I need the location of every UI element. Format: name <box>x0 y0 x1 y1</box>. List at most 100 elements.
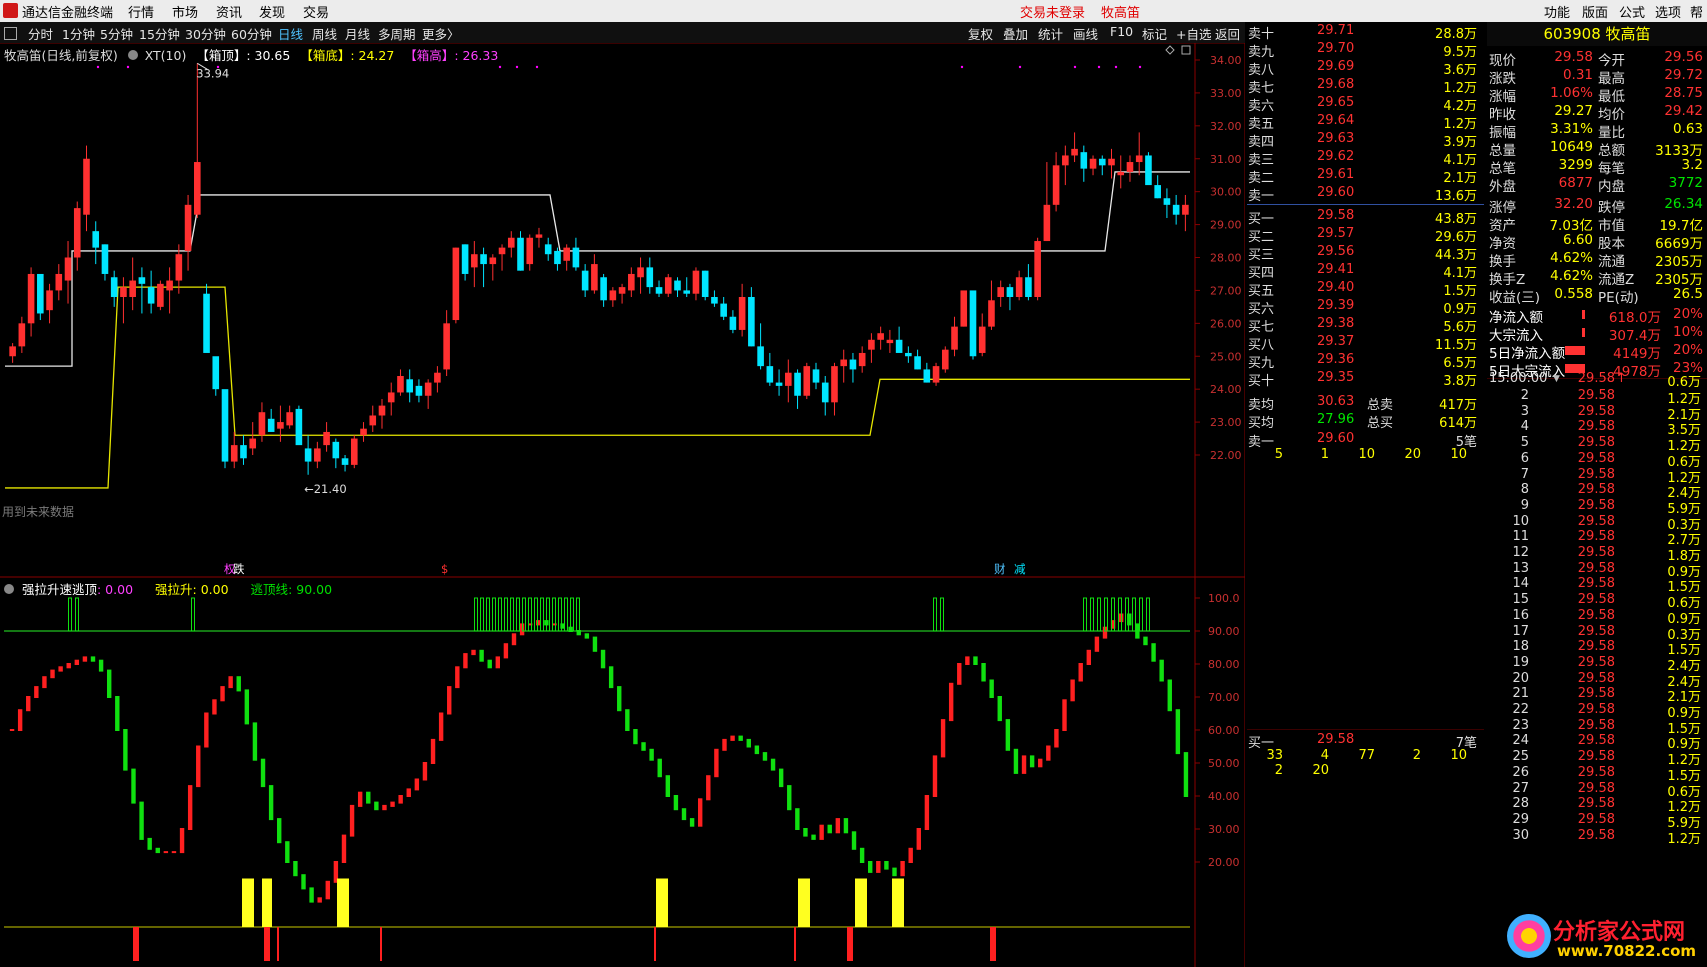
top-signal-bar <box>1139 597 1143 632</box>
oscillator-segment <box>349 804 355 837</box>
toolbar-menu-icon[interactable] <box>4 27 17 40</box>
period-60min[interactable]: 60分钟 <box>231 24 272 43</box>
ask-row[interactable]: 卖十 29.71 28.8万 <box>1247 23 1484 42</box>
level-label: 卖十 <box>1248 27 1275 42</box>
back-button[interactable]: 返回 <box>1215 24 1240 43</box>
bid-row[interactable]: 买二 29.57 29.6万 <box>1247 226 1484 245</box>
candle-body <box>480 254 487 265</box>
candle-body <box>1154 185 1161 199</box>
menu-hangqing[interactable]: 行情 <box>128 2 154 21</box>
bid-row[interactable]: 买五 29.40 1.5万 <box>1247 280 1484 299</box>
info-value: 2305万 <box>1655 254 1703 270</box>
tick-row: 30 29.58 1.2万 <box>1487 828 1707 847</box>
candle-body <box>1163 198 1171 205</box>
indicator-panel[interactable]: 强拉升速逃顶: 0.00 强拉升: 0.00 逃顶线: 90.00 100.0 9… <box>0 578 1245 967</box>
menu-gongshi[interactable]: 公式 <box>1619 2 1645 21</box>
menu-zixun[interactable]: 资讯 <box>216 2 242 21</box>
top-signal-bar <box>492 597 496 632</box>
oscillator-segment <box>414 778 420 791</box>
tick-seq: 8 <box>1520 482 1529 498</box>
ask-row[interactable]: 卖一 29.60 13.6万 <box>1247 185 1484 204</box>
period-fenshi[interactable]: 分时 <box>28 24 53 43</box>
bid-row[interactable]: 买九 29.36 6.5万 <box>1247 352 1484 371</box>
ask-row[interactable]: 卖六 29.65 4.2万 <box>1247 95 1484 114</box>
queue-volume: 10 <box>1450 447 1467 462</box>
candle-body <box>748 297 755 347</box>
add-watchlist-button[interactable]: +自选 <box>1176 24 1211 43</box>
period-weekly[interactable]: 周线 <box>312 24 337 43</box>
bid-row[interactable]: 买八 29.37 11.5万 <box>1247 334 1484 353</box>
kline-panel[interactable]: 牧高笛(日线,前复权) XT(10) 【箱顶】: 30.65 【箱底】: 24.… <box>0 43 1245 578</box>
avg-buy-row[interactable]: 买均 27.96 总买 614万 <box>1247 412 1484 431</box>
period-30min[interactable]: 30分钟 <box>185 24 226 43</box>
bid-row[interactable]: 买三 29.56 44.3万 <box>1247 244 1484 263</box>
ask-row[interactable]: 卖三 29.62 4.1万 <box>1247 149 1484 168</box>
oscillator-segment <box>325 880 330 900</box>
bottom-signal-bar <box>892 878 904 927</box>
menu-shichang[interactable]: 市场 <box>172 2 198 21</box>
bid-row[interactable]: 买十 29.35 3.8万 <box>1247 370 1484 389</box>
fuquan-button[interactable]: 复权 <box>968 24 993 43</box>
info-value: 6877 <box>1558 175 1593 191</box>
tick-seq: 19 <box>1512 654 1529 670</box>
tick-seq: 27 <box>1512 780 1529 796</box>
sell1-queue[interactable]: 5 1 10 20 10 <box>1247 447 1484 465</box>
mark-button[interactable]: 标记 <box>1142 24 1167 43</box>
bid-row[interactable]: 买四 29.41 4.1万 <box>1247 262 1484 281</box>
period-multi[interactable]: 多周期 <box>378 24 416 43</box>
ask-row[interactable]: 卖二 29.61 2.1万 <box>1247 167 1484 186</box>
oscillator-segment <box>309 887 314 903</box>
menu-xuanxiang[interactable]: 选项 <box>1655 2 1681 21</box>
buy1-queue-2[interactable]: 2 20 <box>1247 763 1484 781</box>
candle-body <box>443 323 450 370</box>
menu-faxian[interactable]: 发现 <box>259 2 285 21</box>
ask-row[interactable]: 卖七 29.68 1.2万 <box>1247 77 1484 96</box>
queue-volume: 1 <box>1320 447 1329 462</box>
ask-row[interactable]: 卖八 29.69 3.6万 <box>1247 59 1484 78</box>
candle-body <box>110 277 118 297</box>
candle-body <box>1025 277 1032 297</box>
login-status[interactable]: 交易未登录 <box>1020 2 1085 21</box>
period-5min[interactable]: 5分钟 <box>100 24 133 43</box>
tick-seq: 18 <box>1512 639 1529 655</box>
y-tick-label: 34.00 <box>1210 54 1242 67</box>
tick-row: 7 29.58 1.2万 <box>1487 467 1707 486</box>
menu-gongneng[interactable]: 功能 <box>1544 2 1570 21</box>
tick-price: 29.58 <box>1577 686 1615 702</box>
avg-sell-row[interactable]: 卖均 30.63 总卖 417万 <box>1247 394 1484 413</box>
period-15min[interactable]: 15分钟 <box>139 24 180 43</box>
oscillator-segment <box>252 722 258 761</box>
oscillator-segment <box>317 897 322 903</box>
bid-row[interactable]: 买六 29.39 0.9万 <box>1247 298 1484 317</box>
level-label: 卖八 <box>1248 63 1275 78</box>
ask-row[interactable]: 卖五 29.64 1.2万 <box>1247 113 1484 132</box>
oscillator-segment <box>608 666 614 689</box>
period-1min[interactable]: 1分钟 <box>62 24 95 43</box>
oscillator-segment <box>641 742 646 751</box>
bid-row[interactable]: 买一 29.58 43.8万 <box>1247 208 1484 227</box>
top-signal-bar <box>516 597 520 632</box>
candle-body <box>55 273 63 291</box>
draw-button[interactable]: 画线 <box>1073 24 1098 43</box>
menu-banmian[interactable]: 版面 <box>1582 2 1608 21</box>
period-monthly[interactable]: 月线 <box>345 24 370 43</box>
tick-seq: 24 <box>1512 733 1529 749</box>
flow-row: 净流入额 618.0万 20% <box>1487 306 1707 326</box>
bid-row[interactable]: 买七 29.38 5.6万 <box>1247 316 1484 335</box>
menu-jiaoyi[interactable]: 交易 <box>303 2 329 21</box>
top-signal-bar <box>940 597 944 632</box>
candle-body <box>27 273 35 324</box>
period-daily[interactable]: 日线 <box>278 24 303 43</box>
ask-row[interactable]: 卖九 29.70 9.5万 <box>1247 41 1484 60</box>
period-more[interactable]: 更多〉 <box>422 24 460 43</box>
info-row: 总量 10649 总额 3133万 <box>1487 139 1707 159</box>
title-stock-name: 牧高笛 <box>1101 6 1141 21</box>
tick-seq: 9 <box>1520 497 1529 513</box>
stats-button[interactable]: 统计 <box>1038 24 1063 43</box>
ask-row[interactable]: 卖四 29.63 3.9万 <box>1247 131 1484 150</box>
tick-header-row[interactable]: 15:00:00 ▼ 29.58 ↑ 0.6万 <box>1487 371 1707 390</box>
f10-button[interactable]: F10 <box>1110 24 1133 39</box>
y-tick-label: 28.00 <box>1210 252 1242 265</box>
info-label: 今开 <box>1598 53 1625 69</box>
overlay-button[interactable]: 叠加 <box>1003 24 1028 43</box>
